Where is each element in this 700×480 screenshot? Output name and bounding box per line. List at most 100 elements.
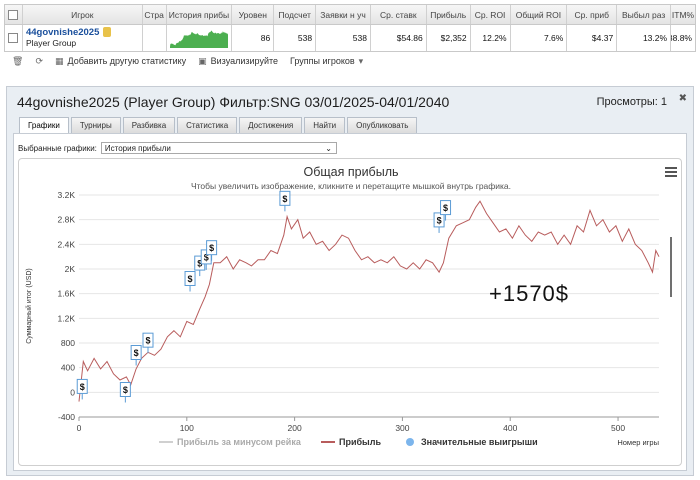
player-name-link[interactable]: 44govnishe2025 [25, 27, 112, 38]
big-win-symbol: $ [437, 215, 442, 225]
column-header-label: Ср. приб [574, 9, 610, 20]
column-header[interactable]: Выбыл раз [617, 5, 672, 24]
select-all-cell[interactable] [5, 5, 23, 24]
legend-swatch [406, 438, 414, 446]
table-cell: $2,352 [427, 25, 471, 51]
profit-series-line[interactable] [78, 200, 660, 402]
image-icon: ▣ [198, 55, 207, 66]
y-tick-label: -400 [58, 412, 75, 422]
tab-7[interactable]: Опубликовать [347, 117, 418, 133]
sparkline-cell [167, 25, 233, 51]
trash-icon: 🗑 [12, 55, 24, 66]
chart-container[interactable]: Общая прибыль Чтобы увеличить изображение… [18, 158, 682, 466]
big-win-symbol: $ [443, 203, 448, 213]
player-cell[interactable]: 44govnishe2025 Player Group [23, 25, 143, 51]
legend-item: Прибыль [339, 437, 381, 447]
table-cell: 13.2% [617, 25, 672, 51]
legend-item: Прибыль за минусом рейка [177, 437, 302, 447]
profit-annotation: +1570$ [489, 281, 569, 306]
menu-icon-bar[interactable] [665, 167, 677, 169]
column-header[interactable]: Стра [143, 5, 167, 24]
sparkline-area [169, 30, 229, 48]
y-tick-label: 2.4K [58, 239, 76, 249]
table-cell: 38.8% [671, 25, 695, 51]
x-tick-label: 400 [503, 423, 517, 433]
column-header-label: Выбыл раз [621, 9, 666, 20]
column-header-label: Прибыль [430, 9, 467, 20]
close-icon[interactable]: ✖ [679, 93, 687, 104]
row-checkbox[interactable] [8, 33, 19, 43]
add-stat-button[interactable]: ▦ Добавить другую статистику [55, 56, 186, 67]
big-win-symbol: $ [188, 274, 193, 284]
big-win-symbol: $ [134, 348, 139, 358]
column-header[interactable]: Прибыль [427, 5, 471, 24]
tab-3[interactable]: Разбивка [122, 117, 176, 133]
country-cell [143, 25, 167, 51]
cell-value: 7.6% [543, 33, 564, 43]
cell-value: 13.2% [642, 33, 668, 43]
column-header[interactable]: Игрок [23, 5, 143, 24]
visualize-label: Визуализируйте [210, 56, 279, 66]
table-cell: $4.37 [567, 25, 618, 51]
chevron-down-icon: ⌄ [325, 143, 332, 153]
table-cell: 538 [316, 25, 371, 51]
cell-value: 538 [297, 33, 313, 43]
chart-title: Общая прибыль [303, 165, 398, 179]
player-name: 44govnishe2025 [25, 27, 100, 38]
profit-chart[interactable]: Общая прибыль Чтобы увеличить изображение… [19, 159, 683, 467]
add-stat-label: Добавить другую статистику [67, 56, 187, 66]
row-select-cell[interactable] [5, 25, 23, 51]
big-win-symbol: $ [209, 243, 214, 253]
panel-title: 44govnishe2025 (Player Group) Фильтр:SNG… [17, 94, 450, 110]
cell-value: $2,352 [440, 33, 467, 43]
cell-value: 12.2% [482, 33, 507, 43]
menu-icon-bar[interactable] [665, 175, 677, 177]
chart-select-value: История прибыли [104, 143, 171, 153]
tab-5[interactable]: Достижения [239, 117, 303, 133]
table-icon: ▦ [54, 55, 64, 66]
column-header-label: Ср. ROI [474, 9, 506, 20]
tab-1[interactable]: Графики [19, 117, 69, 133]
column-header[interactable]: История прибы [167, 5, 233, 24]
y-axis-label: Суммарный итог (USD) [25, 268, 33, 344]
column-header-label: Уровен [238, 9, 267, 20]
grid-header: Игрок Стра История прибы Уровен Подсчет Заявк… [5, 5, 695, 25]
visualize-button[interactable]: ▣ Визуализируйте [198, 56, 278, 67]
y-tick-label: 2.8K [58, 215, 76, 225]
column-header[interactable]: Подсчет [274, 5, 317, 24]
column-header[interactable]: Ср. ROI [471, 5, 511, 24]
selector-label: Выбранные графики: [18, 143, 97, 153]
refresh-icon: ⟳ [35, 55, 43, 66]
column-header[interactable]: ITM% [671, 5, 695, 24]
player-groups-button[interactable]: Группы игроков ▾ [290, 56, 363, 67]
player-panel: 44govnishe2025 (Player Group) Фильтр:SNG… [6, 86, 694, 476]
refresh-button[interactable]: ⟳ [35, 56, 43, 67]
column-header[interactable]: Заявки н уч [316, 5, 371, 24]
x-tick-label: 200 [288, 423, 302, 433]
column-header-label: Игрок [71, 9, 94, 20]
cell-value: $54.86 [396, 33, 423, 43]
column-header-label: История прибы [168, 9, 230, 20]
chart-select[interactable]: История прибыли ⌄ [100, 142, 337, 154]
column-header[interactable]: Общий ROI [511, 5, 568, 24]
tab-6[interactable]: Найти [304, 117, 346, 133]
x-tick-label: 300 [395, 423, 409, 433]
menu-icon-bar[interactable] [665, 171, 677, 173]
cell-value: 86 [260, 33, 271, 43]
column-header-label: Стра [144, 9, 164, 20]
select-all-checkbox[interactable] [8, 9, 19, 20]
profit-sparkline [169, 30, 229, 48]
y-tick-label: 400 [61, 363, 75, 373]
table-cell: 538 [274, 25, 317, 51]
tab-2[interactable]: Турниры [70, 117, 121, 133]
x-axis-label: Номер игры [617, 438, 659, 447]
column-header[interactable]: Уровен [232, 5, 275, 24]
chart-subtitle: Чтобы увеличить изображение, кликните и … [191, 181, 511, 191]
y-tick-label: 1.2K [58, 313, 76, 323]
table-row[interactable]: 44govnishe2025 Player Group 86 538 538 $54.86… [5, 25, 695, 51]
column-header[interactable]: Ср. ставк [371, 5, 427, 24]
tab-4[interactable]: Статистика [177, 117, 238, 133]
y-tick-label: 1.6K [58, 289, 76, 299]
column-header[interactable]: Ср. приб [567, 5, 618, 24]
delete-button[interactable]: 🗑 [12, 56, 23, 67]
